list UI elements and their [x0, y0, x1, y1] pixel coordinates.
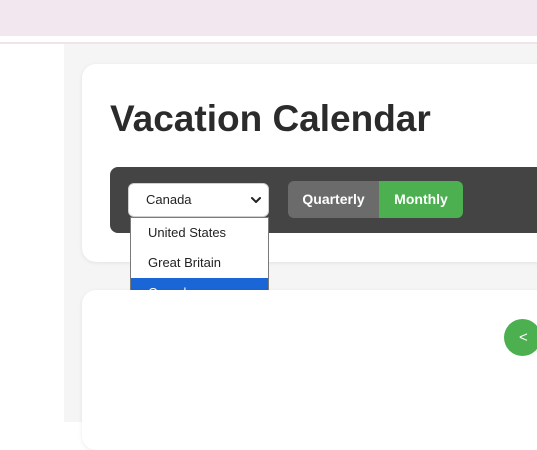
monthly-button[interactable]: Monthly: [379, 181, 463, 218]
country-select-value: Canada: [146, 192, 192, 207]
top-bar: [0, 0, 537, 36]
quarterly-button[interactable]: Quarterly: [288, 181, 379, 218]
page-title: Vacation Calendar: [110, 98, 431, 139]
chevron-down-icon: [251, 197, 261, 203]
previous-button[interactable]: <: [504, 319, 537, 356]
sidebar: [0, 44, 64, 422]
country-select[interactable]: Canada: [128, 183, 269, 217]
option-great-britain[interactable]: Great Britain: [131, 248, 268, 278]
calendar-card: [82, 290, 537, 450]
option-united-states[interactable]: United States: [131, 218, 268, 248]
